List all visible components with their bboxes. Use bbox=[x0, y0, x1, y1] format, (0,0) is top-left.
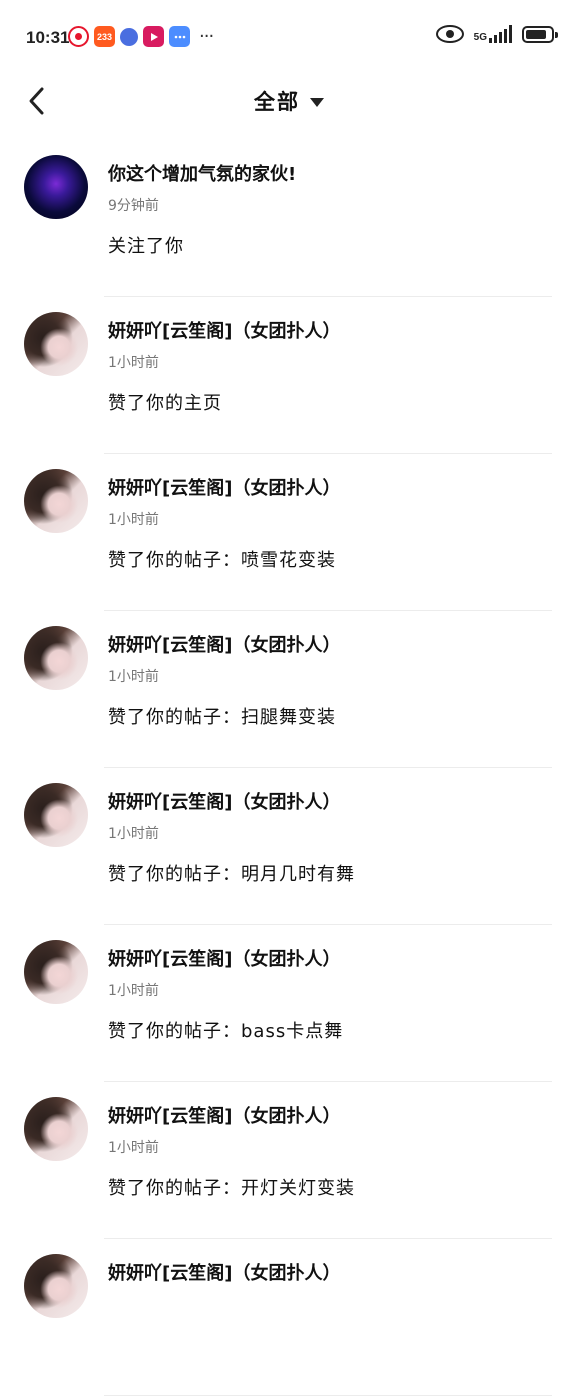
notification-action: 赞了你的主页 bbox=[108, 393, 222, 414]
circle-app-icon bbox=[120, 27, 138, 46]
avatar[interactable] bbox=[24, 155, 88, 219]
status-bar: 10:31 233 ··· 5G bbox=[0, 0, 578, 76]
notification-action: 赞了你的帖子：bass卡点舞 bbox=[108, 1021, 344, 1042]
user-name[interactable]: 妍妍吖[云笙阁]（女团扑人） bbox=[108, 945, 340, 971]
user-name[interactable]: 妍妍吖[云笙阁]（女团扑人） bbox=[108, 631, 340, 657]
233-icon: 233 bbox=[94, 26, 115, 47]
notification-time: 1小时前 bbox=[108, 826, 159, 842]
user-name[interactable]: 妍妍吖[云笙阁]（女团扑人） bbox=[108, 474, 340, 500]
notification-list: 你这个增加气氛的家伙! 9分钟前 关注了你 妍妍吖[云笙阁]（女团扑人） 1小时前 赞了你… bbox=[0, 140, 578, 1396]
notification-action: 赞了你的帖子：扫腿舞变装 bbox=[108, 707, 336, 728]
caret-down-icon bbox=[310, 98, 324, 107]
notification-action: 赞了你的帖子：明月几时有舞 bbox=[108, 864, 355, 885]
battery-icon bbox=[522, 25, 558, 43]
notification-time: 1小时前 bbox=[108, 355, 159, 371]
notification-action: 赞了你的帖子：喷雪花变装 bbox=[108, 550, 336, 571]
notification-action: 赞了你的帖子：开灯关灯变装 bbox=[108, 1178, 355, 1199]
avatar[interactable] bbox=[24, 469, 88, 533]
notification-item[interactable]: 妍妍吖[云笙阁]（女团扑人） 1小时前赞了你的帖子：bass卡点舞 bbox=[0, 925, 578, 1082]
avatar[interactable] bbox=[24, 1254, 88, 1318]
filter-dropdown[interactable]: 全部 bbox=[0, 86, 578, 116]
notification-item[interactable]: 妍妍吖[云笙阁]（女团扑人） 1小时前赞了你的帖子：明月几时有舞 bbox=[0, 768, 578, 925]
page-header: 全部 bbox=[0, 76, 578, 128]
page-title: 全部 bbox=[254, 90, 300, 114]
notification-icons: 233 ··· bbox=[68, 26, 214, 47]
notification-action: 关注了你 bbox=[108, 236, 184, 257]
notification-time: 1小时前 bbox=[108, 512, 159, 528]
network-type: 5G bbox=[473, 32, 487, 43]
user-name[interactable]: 你这个增加气氛的家伙! bbox=[108, 160, 296, 186]
avatar[interactable] bbox=[24, 940, 88, 1004]
notification-item[interactable]: 妍妍吖[云笙阁]（女团扑人） bbox=[0, 1239, 578, 1396]
notification-item[interactable]: 妍妍吖[云笙阁]（女团扑人） 1小时前赞了你的帖子：喷雪花变装 bbox=[0, 454, 578, 611]
user-name[interactable]: 妍妍吖[云笙阁]（女团扑人） bbox=[108, 1102, 340, 1128]
play-app-icon bbox=[143, 26, 164, 47]
notification-item[interactable]: 你这个增加气氛的家伙! 9分钟前关注了你 bbox=[0, 140, 578, 297]
user-name[interactable]: 妍妍吖[云笙阁]（女团扑人） bbox=[108, 1259, 340, 1285]
signal-icon bbox=[489, 25, 512, 43]
eye-icon bbox=[435, 25, 464, 43]
notification-time: 1小时前 bbox=[108, 669, 159, 685]
avatar[interactable] bbox=[24, 1097, 88, 1161]
avatar[interactable] bbox=[24, 783, 88, 847]
notification-time: 1小时前 bbox=[108, 983, 159, 999]
avatar[interactable] bbox=[24, 312, 88, 376]
status-time: 10:31 bbox=[26, 28, 70, 47]
notification-item[interactable]: 妍妍吖[云笙阁]（女团扑人） 1小时前赞了你的帖子：扫腿舞变装 bbox=[0, 611, 578, 768]
message-app-icon bbox=[169, 26, 190, 47]
user-name[interactable]: 妍妍吖[云笙阁]（女团扑人） bbox=[108, 788, 340, 814]
weibo-icon bbox=[68, 26, 89, 47]
avatar[interactable] bbox=[24, 626, 88, 690]
system-icons: 5G bbox=[435, 25, 558, 43]
notification-time: 1小时前 bbox=[108, 1140, 159, 1156]
notification-time: 9分钟前 bbox=[108, 198, 159, 214]
notification-item[interactable]: 妍妍吖[云笙阁]（女团扑人） 1小时前赞了你的主页 bbox=[0, 297, 578, 454]
notification-item[interactable]: 妍妍吖[云笙阁]（女团扑人） 1小时前赞了你的帖子：开灯关灯变装 bbox=[0, 1082, 578, 1239]
battery-fill bbox=[526, 29, 547, 39]
user-name[interactable]: 妍妍吖[云笙阁]（女团扑人） bbox=[108, 317, 340, 343]
more-notifications-icon: ··· bbox=[199, 26, 214, 47]
